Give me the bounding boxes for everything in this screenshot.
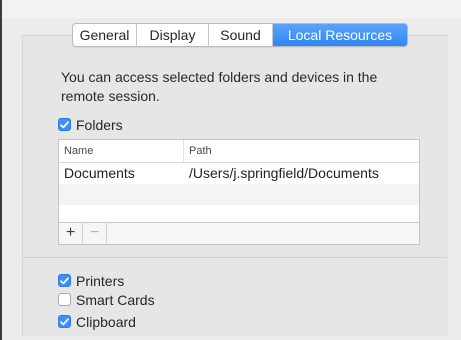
folder-name-cell: Documents [64,165,135,181]
tab-sound[interactable]: Sound [209,24,273,46]
table-row[interactable]: Documents /Users/j.springfield/Documents [59,163,419,184]
column-header-name[interactable]: Name [59,140,184,162]
tab-general[interactable]: General [73,24,137,46]
smart-cards-checkbox[interactable] [58,293,71,306]
top-strip [2,0,461,18]
smart-cards-checkbox-row[interactable]: Smart Cards [58,291,155,308]
add-folder-button[interactable]: + [59,223,83,243]
folders-label: Folders [76,116,123,133]
section-divider [23,257,447,258]
description-text: You can access selected folders and devi… [61,69,378,104]
clipboard-label: Clipboard [76,313,136,330]
window-edge [0,0,2,340]
clipboard-checkbox[interactable] [58,315,71,328]
folders-table: Name Path Documents /Users/j.springfield… [58,139,420,245]
folder-path-cell: /Users/j.springfield/Documents [189,165,379,181]
clipboard-checkbox-row[interactable]: Clipboard [58,313,136,330]
printers-checkbox-row[interactable]: Printers [58,272,124,289]
checkmark-icon [60,317,69,325]
column-header-path[interactable]: Path [184,140,419,162]
table-row-empty [59,184,419,205]
table-header: Name Path [59,140,419,163]
checkmark-icon [60,120,69,128]
folders-checkbox[interactable] [58,118,71,131]
printers-label: Printers [76,272,125,289]
tab-display[interactable]: Display [137,24,209,46]
smart-cards-label: Smart Cards [76,291,155,308]
folders-checkbox-row[interactable]: Folders [58,116,123,133]
table-footer: + − [59,222,419,244]
remove-folder-button[interactable]: − [83,223,107,243]
printers-checkbox[interactable] [58,274,71,287]
tab-local-resources[interactable]: Local Resources [273,24,407,46]
tab-bar: General Display Sound Local Resources [72,23,408,47]
checkmark-icon [60,276,69,284]
